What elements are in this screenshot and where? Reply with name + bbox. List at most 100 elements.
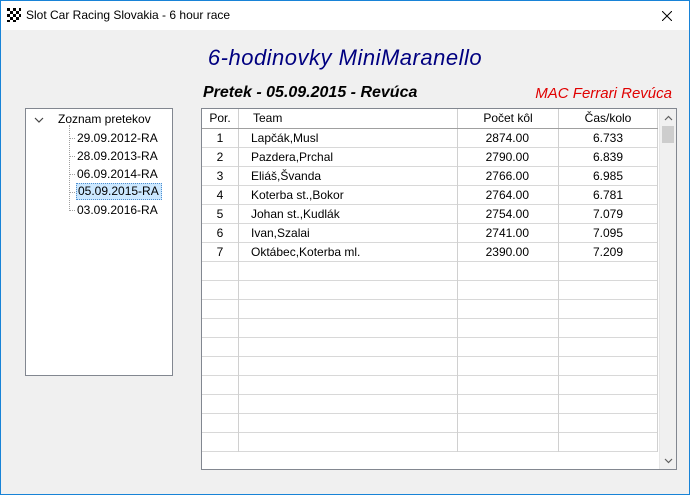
cell-por: 4 <box>202 186 239 205</box>
column-header-por[interactable]: Por. <box>202 109 239 128</box>
cell-team <box>239 414 458 433</box>
cell-pocet-kol <box>458 433 559 452</box>
table-row[interactable] <box>202 433 658 452</box>
cell-pocet-kol: 2741.00 <box>458 224 559 243</box>
cell-por <box>202 338 239 357</box>
cell-por: 1 <box>202 129 239 148</box>
cell-cas-kolo: 7.209 <box>559 243 658 262</box>
tree-connector <box>70 192 75 193</box>
tree-item-label: 05.09.2015-RA <box>76 183 162 200</box>
cell-team <box>239 262 458 281</box>
cell-team: Pazdera,Prchal <box>239 148 458 167</box>
cell-cas-kolo: 6.985 <box>559 167 658 186</box>
tree-connector <box>70 156 75 157</box>
cell-pocet-kol <box>458 395 559 414</box>
cell-pocet-kol <box>458 357 559 376</box>
cell-cas-kolo <box>559 357 658 376</box>
cell-por <box>202 281 239 300</box>
cell-cas-kolo <box>559 433 658 452</box>
cell-team <box>239 433 458 452</box>
cell-pocet-kol <box>458 414 559 433</box>
table-row[interactable] <box>202 281 658 300</box>
table-body: 1 Lapčák,Musl 2874.00 6.733 2 Pazdera,Prchal 2… <box>202 129 658 469</box>
cell-pocet-kol <box>458 300 559 319</box>
column-header-cas-kolo[interactable]: Čas/kolo <box>559 109 658 128</box>
vertical-scrollbar[interactable] <box>659 109 676 469</box>
tree-item-label: 29.09.2012-RA <box>77 131 158 145</box>
table-row[interactable] <box>202 262 658 281</box>
cell-cas-kolo: 6.781 <box>559 186 658 205</box>
tree-item-label: 28.09.2013-RA <box>77 149 158 163</box>
cell-cas-kolo: 7.095 <box>559 224 658 243</box>
checkered-flag-icon <box>7 8 21 22</box>
table-row[interactable] <box>202 357 658 376</box>
cell-cas-kolo <box>559 395 658 414</box>
table-row[interactable] <box>202 376 658 395</box>
table-row[interactable]: 2 Pazdera,Prchal 2790.00 6.839 <box>202 148 658 167</box>
cell-pocet-kol <box>458 376 559 395</box>
results-table[interactable]: Por. Team Počet kôl Čas/kolo 1 Lapčák,Mus… <box>201 108 677 470</box>
close-button[interactable] <box>645 1 689 30</box>
tree-connector <box>70 138 75 139</box>
tree-connector <box>70 210 75 211</box>
cell-por <box>202 319 239 338</box>
app-window: Slot Car Racing Slovakia - 6 hour race 6… <box>0 0 690 495</box>
table-row[interactable]: 3 Eliáš,Švanda 2766.00 6.985 <box>202 167 658 186</box>
cell-cas-kolo: 6.733 <box>559 129 658 148</box>
cell-cas-kolo <box>559 319 658 338</box>
table-row[interactable] <box>202 300 658 319</box>
cell-team: Ivan,Szalai <box>239 224 458 243</box>
chevron-down-icon <box>664 458 673 463</box>
race-tree[interactable]: Zoznam pretekov 29.09.2012-RA 28.09.2013-… <box>25 108 173 376</box>
main-area: 6-hodinovky MiniMaranello Pretek - 05.09… <box>1 30 689 494</box>
title-bar[interactable]: Slot Car Racing Slovakia - 6 hour race <box>1 1 689 30</box>
scroll-thumb[interactable] <box>662 126 674 143</box>
table-row[interactable] <box>202 319 658 338</box>
cell-pocet-kol <box>458 262 559 281</box>
table-row[interactable] <box>202 414 658 433</box>
cell-cas-kolo: 6.839 <box>559 148 658 167</box>
cell-pocet-kol: 2754.00 <box>458 205 559 224</box>
scroll-up-button[interactable] <box>660 109 676 126</box>
table-row[interactable] <box>202 395 658 414</box>
close-icon <box>662 10 672 21</box>
cell-por <box>202 300 239 319</box>
table-row[interactable]: 7 Oktábec,Koterba ml. 2390.00 7.209 <box>202 243 658 262</box>
table-row[interactable]: 4 Koterba st.,Bokor 2764.00 6.781 <box>202 186 658 205</box>
tree-item-label: 06.09.2014-RA <box>77 167 158 181</box>
cell-cas-kolo <box>559 300 658 319</box>
cell-por <box>202 357 239 376</box>
cell-team <box>239 357 458 376</box>
cell-por: 6 <box>202 224 239 243</box>
cell-por <box>202 395 239 414</box>
column-header-pocet-kol[interactable]: Počet kôl <box>458 109 559 128</box>
cell-team <box>239 300 458 319</box>
cell-por <box>202 414 239 433</box>
cell-team: Eliáš,Švanda <box>239 167 458 186</box>
cell-cas-kolo <box>559 262 658 281</box>
cell-por <box>202 262 239 281</box>
cell-por: 2 <box>202 148 239 167</box>
race-title: Pretek - 05.09.2015 - Revúca <box>203 84 418 101</box>
table-row[interactable]: 5 Johan st.,Kudlák 2754.00 7.079 <box>202 205 658 224</box>
cell-pocet-kol: 2390.00 <box>458 243 559 262</box>
cell-pocet-kol: 2790.00 <box>458 148 559 167</box>
cell-team: Johan st.,Kudlák <box>239 205 458 224</box>
cell-cas-kolo <box>559 414 658 433</box>
table-row[interactable] <box>202 338 658 357</box>
table-row[interactable]: 1 Lapčák,Musl 2874.00 6.733 <box>202 129 658 148</box>
cell-team: Lapčák,Musl <box>239 129 458 148</box>
column-header-team[interactable]: Team <box>239 109 458 128</box>
cell-team <box>239 319 458 338</box>
table-row[interactable]: 6 Ivan,Szalai 2741.00 7.095 <box>202 224 658 243</box>
scroll-down-button[interactable] <box>660 452 676 469</box>
chevron-up-icon <box>664 115 673 120</box>
cell-pocet-kol: 2766.00 <box>458 167 559 186</box>
cell-cas-kolo <box>559 338 658 357</box>
chevron-down-icon[interactable] <box>34 116 44 124</box>
tree-root-label: Zoznam pretekov <box>58 112 151 126</box>
cell-pocet-kol <box>458 319 559 338</box>
cell-team <box>239 281 458 300</box>
cell-team <box>239 376 458 395</box>
cell-por: 3 <box>202 167 239 186</box>
